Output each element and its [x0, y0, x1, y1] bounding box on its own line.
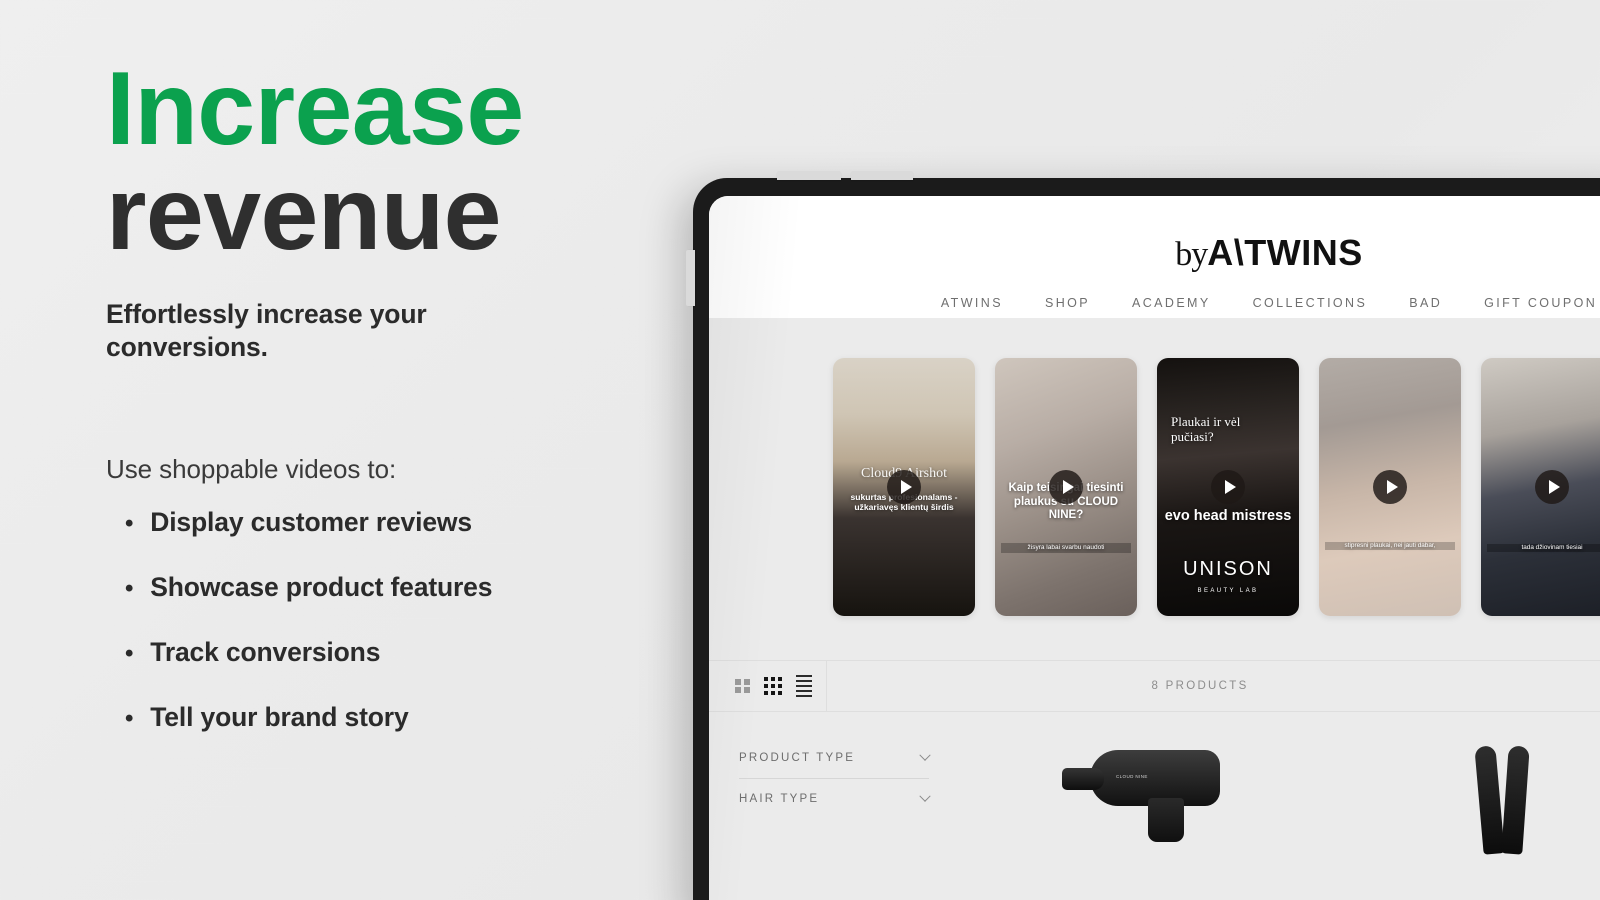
product-card-hair-straightener[interactable]: [1359, 745, 1600, 900]
product-badge: CLOUD NINE: [1116, 774, 1148, 779]
nav-item-shop[interactable]: SHOP: [1045, 296, 1090, 310]
nav-item-academy[interactable]: ACADEMY: [1132, 296, 1211, 310]
list-item-label: Showcase product features: [150, 571, 493, 602]
logo-mark: A\TWINS: [1207, 232, 1363, 273]
video-card[interactable]: Plaukai ir vėl pučiasi? evo head mistres…: [1157, 358, 1299, 616]
nav-item-atwins[interactable]: ATWINS: [941, 296, 1003, 310]
headline-accent-word: Increase: [106, 51, 524, 167]
marketing-panel: Increase revenue Effortlessly increase y…: [0, 0, 700, 900]
list-item-label: Display customer reviews: [150, 506, 472, 537]
nav-item-collections[interactable]: COLLECTIONS: [1253, 296, 1368, 310]
bullet-icon: •: [125, 574, 134, 602]
product-card-hair-dryer[interactable]: CLOUD NINE: [1005, 746, 1299, 900]
list-view-icon[interactable]: [796, 675, 812, 697]
chevron-down-icon: [919, 749, 931, 761]
video-card-subtitle: žisyra labai svarbu naudoti: [1001, 543, 1131, 553]
product-toolbar: 8 PRODUCTS: [709, 660, 1600, 712]
benefits-list: • Display customer reviews • Showcase pr…: [106, 507, 700, 733]
video-card-subtitle: tada džiovinam tiesiai: [1487, 544, 1600, 552]
nav-item-bad[interactable]: BAD: [1409, 296, 1442, 310]
video-card-subtitle: stipresni plaukai, nei jauti dabar,: [1325, 542, 1455, 550]
tablet-screen: byA\TWINS ATWINS SHOP ACADEMY COLLECTION…: [709, 196, 1600, 900]
play-icon[interactable]: [1049, 470, 1083, 504]
hair-dryer-image: CLOUD NINE: [1062, 746, 1242, 842]
hair-straightener-image: [1471, 745, 1541, 856]
play-icon[interactable]: [1211, 470, 1245, 504]
tablet-button-side[interactable]: [686, 250, 695, 306]
chevron-down-icon: [919, 790, 931, 802]
play-icon[interactable]: [887, 470, 921, 504]
bullet-icon: •: [125, 704, 134, 732]
list-item-label: Track conversions: [150, 636, 381, 667]
video-card-brand-sub: BEAUTY LAB: [1197, 588, 1259, 594]
video-card-title: Plaukai ir vėl pučiasi?: [1171, 414, 1241, 445]
grid-2-view-icon[interactable]: [735, 678, 750, 694]
filter-label: PRODUCT TYPE: [739, 752, 856, 764]
bullets-lead-in: Use shoppable videos to:: [106, 453, 397, 484]
nav-item-gift-coupon[interactable]: GIFT COUPON: [1484, 296, 1597, 310]
play-icon[interactable]: [1535, 470, 1569, 504]
video-carousel[interactable]: Cloud9 Airshot sukurtas profesionalams -…: [833, 358, 1600, 616]
site-logo[interactable]: byA\TWINS: [709, 232, 1600, 274]
filters-sidebar: PRODUCT TYPE HAIR TYPE: [709, 712, 959, 900]
logo-prefix: by: [1175, 236, 1208, 273]
product-grid: CLOUD NINE: [959, 712, 1600, 900]
video-card-middle-text: evo head mistress: [1164, 508, 1292, 524]
list-item-label: Tell your brand story: [150, 701, 409, 732]
filter-label: HAIR TYPE: [739, 793, 820, 805]
video-card[interactable]: stipresni plaukai, nei jauti dabar,: [1319, 358, 1461, 616]
bullet-icon: •: [125, 639, 134, 667]
list-item: • Track conversions: [106, 637, 700, 668]
play-icon[interactable]: [1373, 470, 1407, 504]
list-item: • Showcase product features: [106, 572, 700, 603]
list-item: • Display customer reviews: [106, 507, 700, 538]
site-header: byA\TWINS ATWINS SHOP ACADEMY COLLECTION…: [709, 196, 1600, 318]
video-card[interactable]: Kaip teisingai tiesinti plaukus su CLOUD…: [995, 358, 1137, 616]
filter-hair-type[interactable]: HAIR TYPE: [739, 778, 931, 819]
tablet-button-top-right[interactable]: [851, 171, 913, 180]
tablet-button-top-left[interactable]: [777, 171, 841, 180]
video-card[interactable]: tada džiovinam tiesiai: [1481, 358, 1600, 616]
subheadline: Effortlessly increase your conversions.: [106, 298, 427, 362]
grid-3-view-icon[interactable]: [763, 676, 782, 696]
list-item: • Tell your brand story: [106, 702, 700, 733]
catalog-body: PRODUCT TYPE HAIR TYPE CLOUD NINE: [709, 712, 1600, 900]
products-count: 8 PRODUCTS: [1151, 680, 1249, 692]
headline-second-word: revenue: [106, 155, 502, 272]
filter-product-type[interactable]: PRODUCT TYPE: [739, 738, 931, 778]
video-card-brand: UNISON: [1183, 558, 1273, 580]
tablet-mockup: byA\TWINS ATWINS SHOP ACADEMY COLLECTION…: [686, 171, 1600, 900]
video-card[interactable]: Cloud9 Airshot sukurtas profesionalams -…: [833, 358, 975, 616]
bullet-icon: •: [125, 509, 134, 537]
page-title: Increase revenue: [106, 51, 700, 272]
site-navigation: ATWINS SHOP ACADEMY COLLECTIONS BAD GIFT…: [709, 296, 1600, 310]
shoppable-video-section: Cloud9 Airshot sukurtas profesionalams -…: [709, 318, 1600, 660]
view-mode-switcher: [709, 661, 827, 711]
